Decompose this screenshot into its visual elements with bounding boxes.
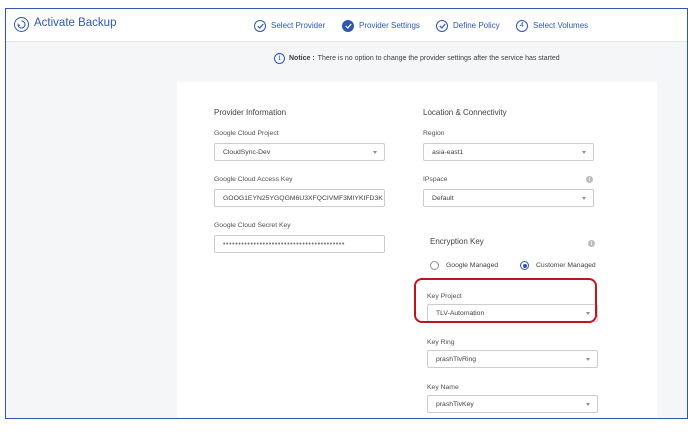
check-circle-icon: [436, 19, 448, 32]
google-cloud-access-key-field[interactable]: GOOG1EYN25YGQGM6U3XFQCIVMF3MIYKIFD3K: [214, 189, 385, 207]
ipspace-select[interactable]: Default: [423, 189, 594, 207]
select-value: Default: [432, 194, 454, 202]
chevron-down-icon: [582, 197, 586, 200]
google-cloud-project-select[interactable]: CloudSync-Dev: [214, 143, 385, 161]
chevron-down-icon: [586, 358, 590, 361]
backup-app-icon: [14, 17, 29, 32]
check-circle-filled-icon: [342, 19, 354, 32]
step-select-volumes[interactable]: 4 Select Volumes: [516, 18, 588, 33]
step-label: Define Policy: [453, 21, 500, 30]
step-define-policy[interactable]: Define Policy: [436, 18, 500, 33]
step-label: Select Volumes: [533, 21, 589, 30]
region-label: Region: [423, 130, 445, 137]
provider-information-title: Provider Information: [214, 108, 287, 117]
step-label: Provider Settings: [359, 21, 420, 30]
chevron-down-icon: [582, 151, 586, 154]
input-value: ••••••••••••••••••••••••••••••••••••••••: [223, 240, 346, 248]
select-value: prashTlvRing: [436, 355, 477, 363]
step-select-provider[interactable]: Select Provider: [254, 18, 325, 33]
ipspace-label: IPspace: [423, 176, 448, 183]
chevron-down-icon: [586, 403, 590, 406]
notice-label: Notice :: [289, 54, 315, 62]
step-number-icon: 4: [516, 19, 528, 32]
google-cloud-secret-key-label: Google Cloud Secret Key: [214, 222, 291, 229]
google-cloud-access-key-label: Google Cloud Access Key: [214, 176, 293, 183]
step-provider-settings[interactable]: Provider Settings: [342, 18, 420, 33]
location-connectivity-title: Location & Connectivity: [423, 108, 507, 117]
info-icon: i: [274, 52, 285, 64]
radio-checked-icon: [520, 261, 529, 270]
radio-label: Customer Managed: [536, 262, 596, 269]
ipspace-info-icon[interactable]: i: [586, 176, 593, 183]
select-value: asia-east1: [432, 148, 464, 156]
key-ring-select[interactable]: prashTlvRing: [427, 350, 598, 368]
notice-text: There is no option to change the provide…: [317, 54, 560, 62]
radio-label: Google Managed: [446, 262, 499, 269]
check-circle-icon: [254, 19, 266, 32]
app-window: Activate Backup Select Provider Provider…: [5, 8, 688, 419]
key-name-select[interactable]: prashTlvKey: [427, 395, 598, 413]
chevron-down-icon: [373, 151, 377, 154]
notice-banner: i Notice : There is no option to change …: [274, 51, 560, 65]
region-select[interactable]: asia-east1: [423, 143, 594, 161]
select-value: CloudSync-Dev: [223, 148, 271, 156]
encryption-info-icon[interactable]: i: [588, 240, 595, 247]
key-project-highlight: [414, 278, 597, 323]
select-value: prashTlvKey: [436, 400, 474, 408]
google-cloud-secret-key-field[interactable]: ••••••••••••••••••••••••••••••••••••••••: [214, 235, 385, 253]
google-managed-radio[interactable]: Google Managed: [430, 261, 498, 270]
key-name-label: Key Name: [427, 384, 459, 391]
google-cloud-project-label: Google Cloud Project: [214, 130, 279, 137]
radio-unchecked-icon: [430, 261, 439, 270]
wizard-header: Activate Backup Select Provider Provider…: [6, 9, 687, 42]
page-title: Activate Backup: [34, 17, 117, 29]
input-value: GOOG1EYN25YGQGM6U3XFQCIVMF3MIYKIFD3K: [223, 194, 383, 202]
provider-settings-card: Provider Information Google Cloud Projec…: [177, 82, 657, 418]
customer-managed-radio[interactable]: Customer Managed: [520, 261, 596, 270]
step-label: Select Provider: [271, 21, 326, 30]
key-ring-label: Key Ring: [427, 339, 455, 346]
encryption-key-title: Encryption Key: [430, 237, 484, 246]
